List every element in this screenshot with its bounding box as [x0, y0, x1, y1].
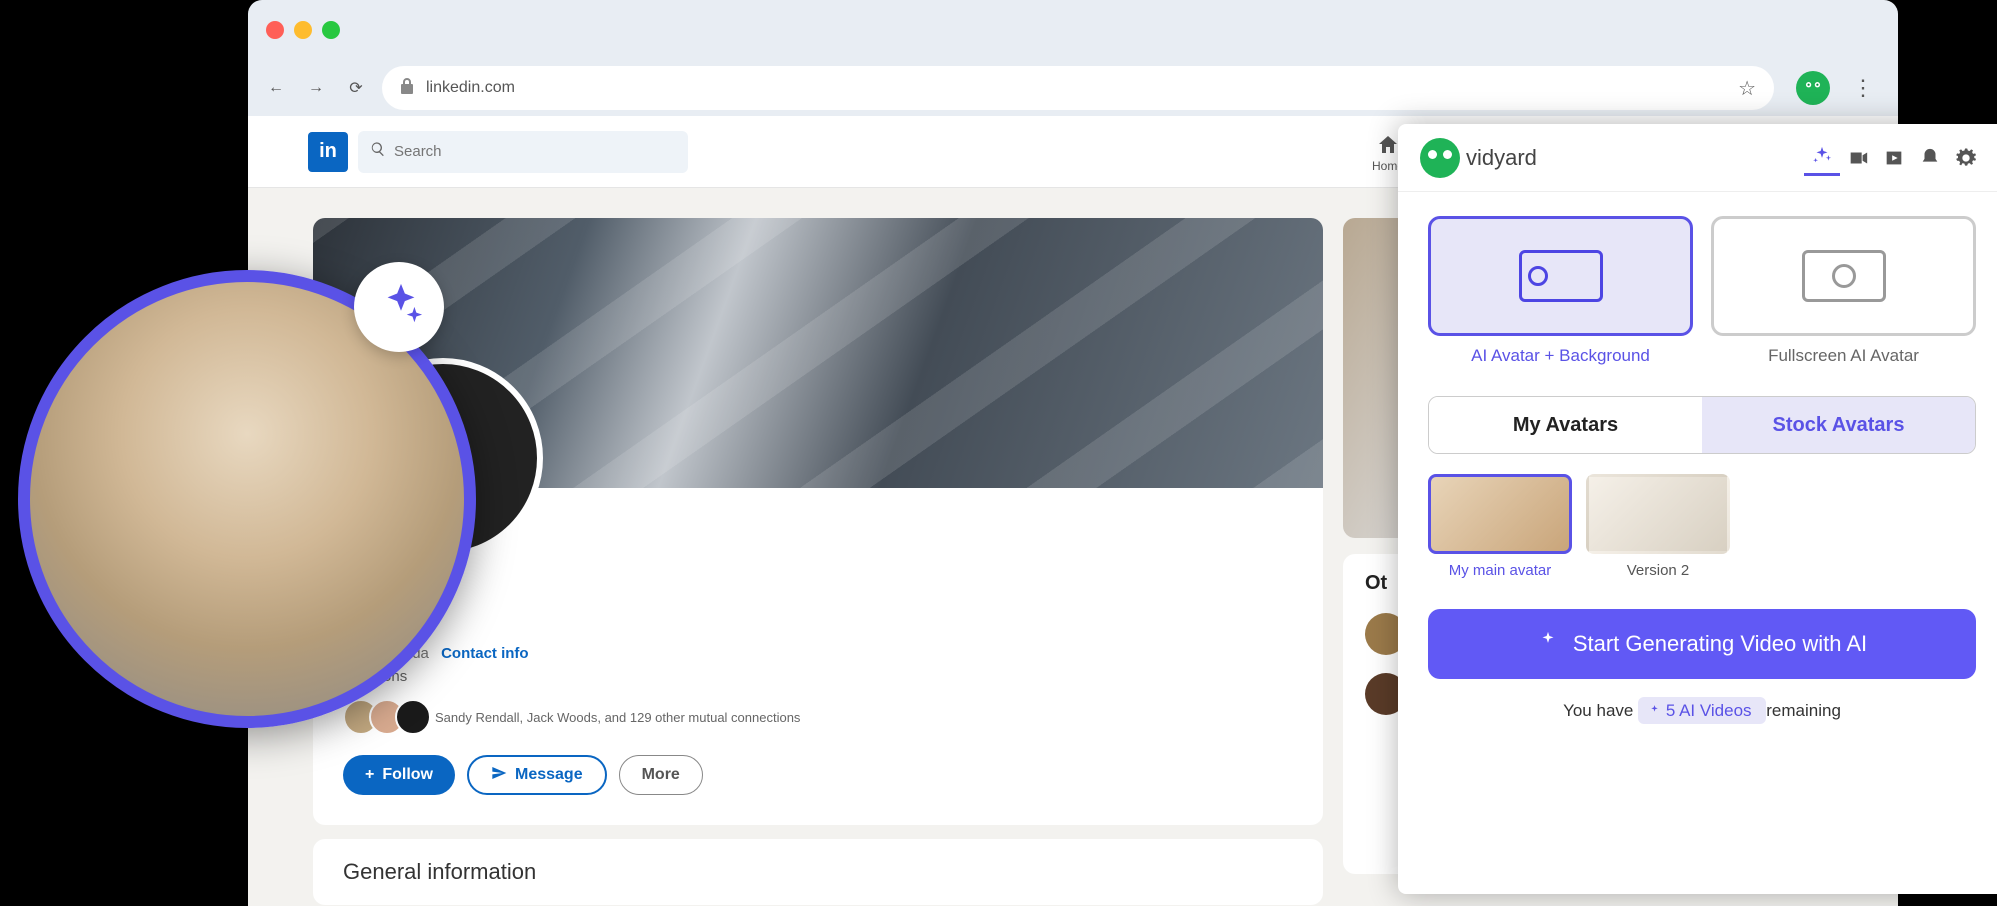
linkedin-logo[interactable]: in	[308, 132, 348, 172]
floating-avatar-overlay	[18, 270, 476, 728]
search-input[interactable]	[394, 143, 676, 160]
credits-pill: 5 AI Videos	[1638, 697, 1766, 724]
mode-avatar-bg[interactable]: AI Avatar + Background	[1428, 216, 1693, 366]
avatar-name: My main avatar	[1428, 562, 1572, 579]
mode-fullscreen[interactable]: Fullscreen AI Avatar	[1711, 216, 1976, 366]
camera-icon[interactable]	[1840, 140, 1876, 176]
vidyard-header: vidyard	[1398, 124, 1997, 192]
minimize-window[interactable]	[294, 21, 312, 39]
bookmark-icon[interactable]: ☆	[1738, 76, 1756, 101]
settings-icon[interactable]	[1948, 140, 1984, 176]
ai-tab-icon[interactable]	[1804, 140, 1840, 176]
notifications-icon[interactable]	[1912, 140, 1948, 176]
avatar-card-v2[interactable]: Version 2	[1586, 474, 1730, 579]
browser-toolbar: ← → ⟳ linkedin.com ☆ ⋮	[248, 60, 1898, 116]
close-window[interactable]	[266, 21, 284, 39]
send-icon	[491, 765, 507, 786]
credits-remaining: You have 5 AI Videos remaining	[1428, 701, 1976, 721]
vidyard-panel: vidyard AI Avatar + Background Fullscr	[1398, 124, 1997, 894]
avatar-card-main[interactable]: My main avatar	[1428, 474, 1572, 579]
contact-info-link[interactable]: Contact info	[441, 645, 529, 662]
message-button[interactable]: Message	[467, 755, 607, 795]
mode-label: Fullscreen AI Avatar	[1711, 346, 1976, 366]
mutual-connections-text[interactable]: Sandy Rendall, Jack Woods, and 129 other…	[435, 710, 800, 725]
sparkle-badge-icon	[378, 282, 424, 338]
address-bar[interactable]: linkedin.com ☆	[382, 66, 1774, 110]
vidyard-brand-text: vidyard	[1466, 145, 1537, 171]
more-button[interactable]: More	[619, 755, 703, 795]
avatar-name: Version 2	[1586, 562, 1730, 579]
profile-headline: at Titan	[343, 614, 1293, 635]
general-info-card: General information	[313, 839, 1323, 905]
vidyard-logo[interactable]: vidyard	[1420, 138, 1537, 178]
browser-menu-icon[interactable]: ⋮	[1842, 75, 1884, 101]
lock-icon	[400, 78, 414, 99]
search-icon	[370, 141, 386, 162]
avatar-thumbnail	[1428, 474, 1572, 554]
library-icon[interactable]	[1876, 140, 1912, 176]
connections-count[interactable]: nnections	[343, 668, 1293, 685]
section-heading: General information	[343, 859, 1293, 885]
tab-my-avatars[interactable]: My Avatars	[1429, 397, 1702, 453]
vidyard-mascot-icon	[1420, 138, 1460, 178]
url-text: linkedin.com	[426, 79, 1726, 97]
vidyard-extension-icon[interactable]	[1796, 71, 1830, 105]
avatar-thumbnail	[1586, 474, 1730, 554]
reload-button[interactable]: ⟳	[342, 74, 370, 102]
profile-name: owe	[343, 578, 1293, 612]
generate-video-button[interactable]: Start Generating Video with AI	[1428, 609, 1976, 679]
linkedin-search[interactable]	[358, 131, 688, 173]
window-title-bar	[248, 0, 1898, 60]
forward-button[interactable]: →	[302, 74, 330, 102]
follow-button[interactable]: + Follow	[343, 755, 455, 795]
maximize-window[interactable]	[322, 21, 340, 39]
profile-location: ario, Canada Contact info	[343, 645, 1293, 662]
back-button[interactable]: ←	[262, 74, 290, 102]
mutual-avatars	[343, 699, 421, 735]
plus-icon: +	[365, 766, 374, 784]
tab-stock-avatars[interactable]: Stock Avatars	[1702, 397, 1975, 453]
sparkle-icon	[1537, 630, 1559, 658]
mode-label: AI Avatar + Background	[1428, 346, 1693, 366]
